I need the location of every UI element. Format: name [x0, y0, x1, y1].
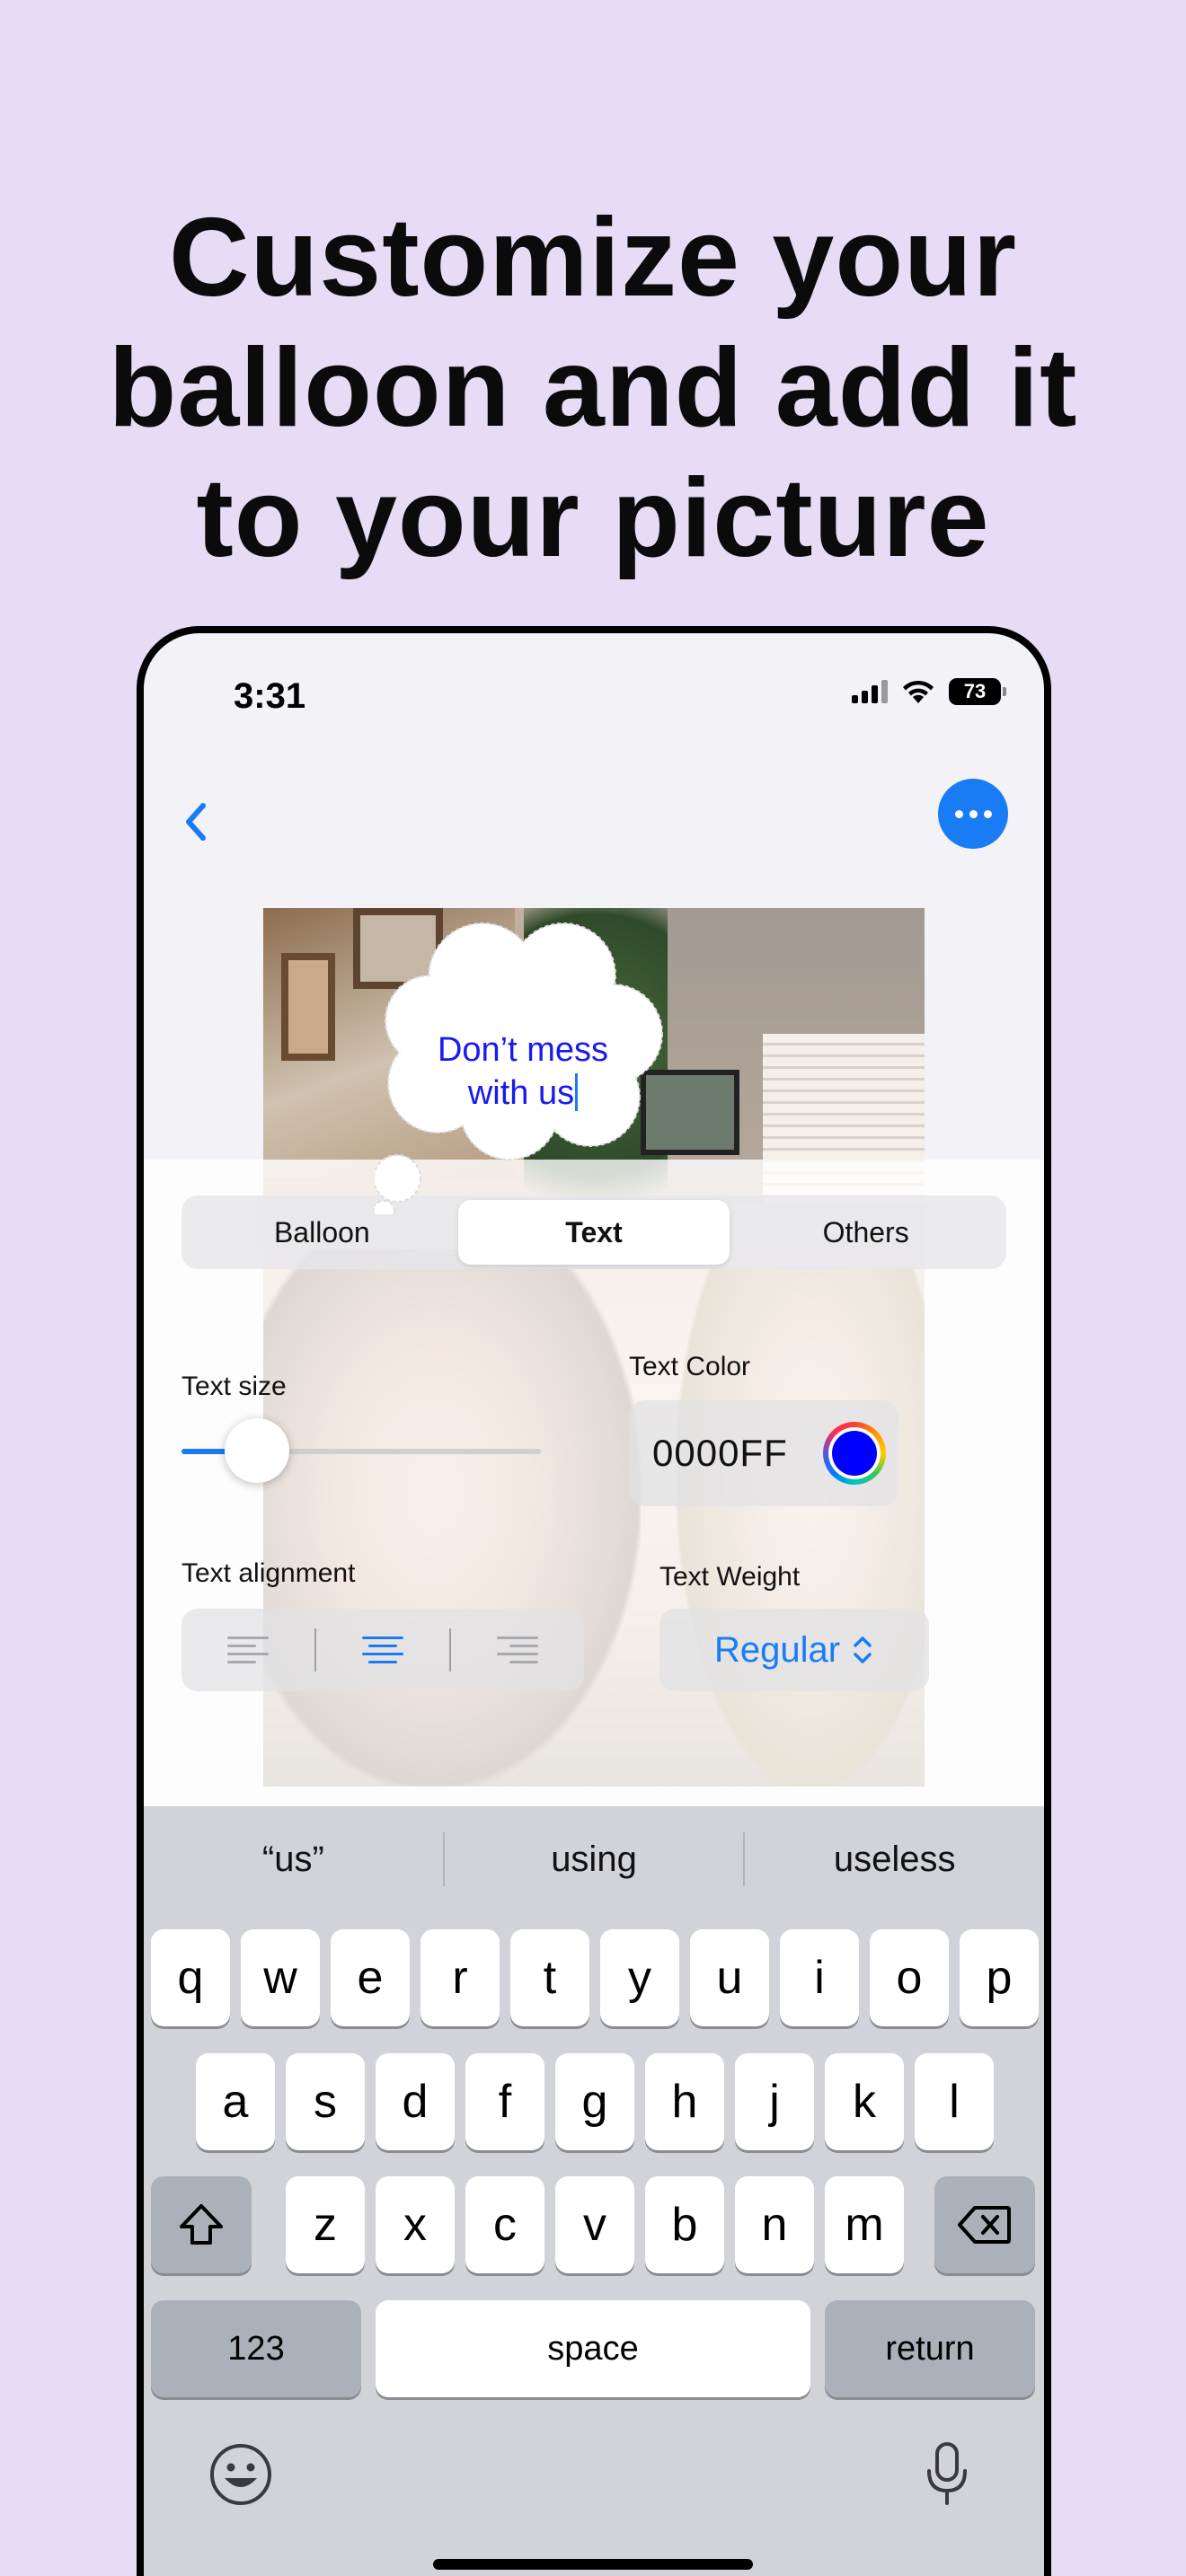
- key-e[interactable]: e: [331, 1929, 410, 2026]
- suggestion-3[interactable]: useless: [745, 1839, 1044, 1880]
- tab-others[interactable]: Others: [730, 1200, 1002, 1265]
- key-v[interactable]: v: [555, 2176, 634, 2273]
- status-icons: 73: [852, 678, 1006, 705]
- keyboard: “us” using useless qwertyuiop asdfghjkl zx…: [144, 1806, 1044, 2576]
- shift-icon: [180, 2204, 223, 2245]
- text-size-label: Text size: [181, 1372, 287, 1401]
- back-chevron-icon[interactable]: [178, 795, 214, 849]
- key-c[interactable]: c: [465, 2176, 544, 2273]
- text-alignment-label: Text alignment: [181, 1558, 356, 1588]
- headline-line-2: balloon and add it: [108, 326, 1078, 450]
- backspace-icon: [958, 2206, 1011, 2244]
- key-t[interactable]: t: [510, 1929, 589, 2026]
- key-s[interactable]: s: [286, 2053, 365, 2150]
- key-n[interactable]: n: [735, 2176, 814, 2273]
- text-weight-picker[interactable]: Regular: [659, 1609, 929, 1691]
- chevron-up-down-icon: [854, 1636, 872, 1663]
- key-i[interactable]: i: [780, 1929, 859, 2026]
- key-d[interactable]: d: [376, 2053, 455, 2150]
- key-x[interactable]: x: [376, 2176, 455, 2273]
- cellular-signal-icon: [852, 680, 888, 703]
- battery-icon: 73: [949, 678, 1006, 705]
- align-center-button[interactable]: [316, 1609, 449, 1691]
- key-j[interactable]: j: [735, 2053, 814, 2150]
- key-b[interactable]: b: [645, 2176, 724, 2273]
- headline-line-1: Customize your: [168, 196, 1018, 320]
- key-l[interactable]: l: [915, 2053, 994, 2150]
- balloon-text-line-1: Don’t mess: [437, 1031, 609, 1069]
- align-right-icon: [497, 1636, 538, 1663]
- key-p[interactable]: p: [960, 1929, 1039, 2026]
- text-cursor: [575, 1073, 579, 1111]
- balloon-text[interactable]: Don’t mess with us: [388, 1028, 658, 1115]
- emoji-icon[interactable]: [208, 2442, 273, 2507]
- key-g[interactable]: g: [555, 2053, 634, 2150]
- suggestion-1[interactable]: “us”: [144, 1839, 443, 1880]
- key-o[interactable]: o: [870, 1929, 949, 2026]
- wifi-icon: [903, 680, 934, 703]
- text-color-field[interactable]: 0000FF: [629, 1400, 898, 1506]
- suggestion-bar: “us” using useless: [144, 1828, 1044, 1891]
- text-alignment-control: [181, 1609, 584, 1691]
- text-weight-value: Regular: [713, 1629, 841, 1670]
- key-f[interactable]: f: [465, 2053, 544, 2150]
- text-size-slider[interactable]: [181, 1418, 541, 1483]
- align-left-button[interactable]: [181, 1609, 314, 1691]
- key-z[interactable]: z: [286, 2176, 365, 2273]
- key-u[interactable]: u: [690, 1929, 769, 2026]
- suggestion-2[interactable]: using: [445, 1839, 744, 1880]
- more-options-button[interactable]: [938, 779, 1008, 849]
- align-left-icon: [227, 1636, 269, 1663]
- key-y[interactable]: y: [600, 1929, 679, 2026]
- align-center-icon: [362, 1636, 403, 1663]
- balloon-text-line-2: with us: [467, 1074, 575, 1112]
- ellipsis-icon: [954, 809, 963, 818]
- key-r[interactable]: r: [420, 1929, 500, 2026]
- color-hex-value: 0000FF: [652, 1432, 788, 1474]
- selected-color-swatch: [832, 1431, 877, 1476]
- text-color-label: Text Color: [629, 1352, 751, 1381]
- space-key[interactable]: space: [376, 2300, 810, 2397]
- return-key[interactable]: return: [825, 2300, 1035, 2397]
- settings-sheet: Balloon Text Others Text size Text Color…: [144, 1160, 1044, 1806]
- slider-thumb[interactable]: [225, 1418, 289, 1483]
- status-time: 3:31: [234, 676, 306, 716]
- delete-key[interactable]: [934, 2176, 1035, 2273]
- key-a[interactable]: a: [196, 2053, 275, 2150]
- align-right-button[interactable]: [451, 1609, 584, 1691]
- phone-frame: 3:31 73 Balloon Text Others Text size Te…: [137, 626, 1051, 2576]
- text-weight-label: Text Weight: [659, 1562, 801, 1592]
- key-w[interactable]: w: [241, 1929, 320, 2026]
- headline: Customize your balloon and add it to you…: [0, 193, 1186, 584]
- home-indicator: [433, 2559, 753, 2570]
- key-h[interactable]: h: [645, 2053, 724, 2150]
- color-wheel-icon[interactable]: [823, 1422, 886, 1485]
- key-m[interactable]: m: [825, 2176, 904, 2273]
- numbers-key[interactable]: 123: [151, 2300, 361, 2397]
- shift-key[interactable]: [151, 2176, 252, 2273]
- headline-line-3: to your picture: [196, 456, 990, 580]
- key-k[interactable]: k: [825, 2053, 904, 2150]
- microphone-icon[interactable]: [922, 2440, 972, 2509]
- key-q[interactable]: q: [151, 1929, 230, 2026]
